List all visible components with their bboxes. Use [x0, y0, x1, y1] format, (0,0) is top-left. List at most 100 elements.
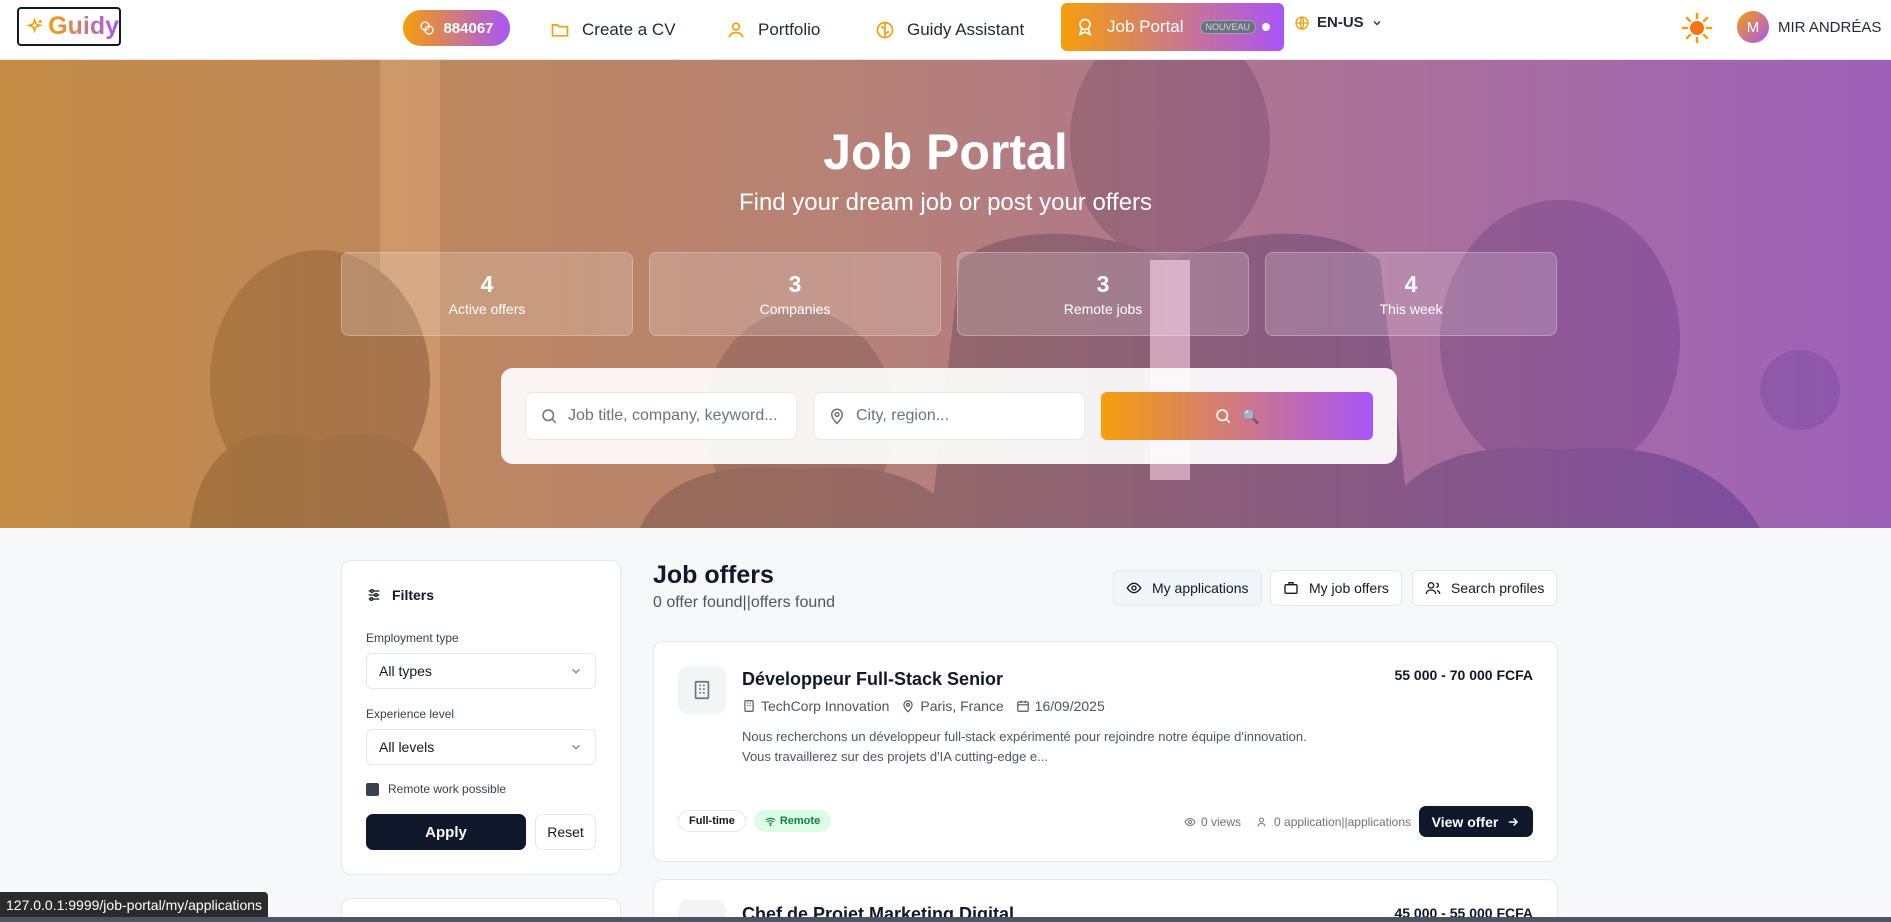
nav-create-cv-label: Create a CV: [582, 20, 676, 39]
map-pin-icon: [830, 408, 844, 425]
nav-job-portal-label: Job Portal: [1107, 17, 1184, 36]
bottom-divider: [0, 917, 1891, 922]
my-job-offers-label: My job offers: [1309, 580, 1389, 596]
company-logo: [678, 666, 726, 714]
experience-level-value: All levels: [379, 739, 435, 755]
job-offer-card[interactable]: Développeur Full-Stack Senior 55 000 - 7…: [653, 641, 1558, 862]
user-menu[interactable]: M MIR ANDRÉAS: [1737, 11, 1881, 43]
job-location: Paris, France: [901, 698, 1004, 714]
job-description-line-1: Nous recherchons un développeur full-sta…: [742, 729, 1307, 744]
search-button[interactable]: 🔍: [1101, 392, 1373, 440]
language-label: EN-US: [1317, 14, 1364, 31]
calendar-icon: [1016, 700, 1029, 712]
keyword-search-input[interactable]: Job title, company, keyword...: [525, 392, 797, 440]
view-offer-button[interactable]: View offer: [1419, 806, 1533, 837]
arrow-right-icon: [1509, 817, 1519, 826]
employment-type-select[interactable]: All types: [366, 653, 596, 689]
search-icon: [1216, 409, 1231, 424]
map-pin-icon: [903, 700, 914, 713]
user-icon: [728, 22, 744, 38]
stat-label: Companies: [759, 301, 831, 317]
language-selector[interactable]: EN-US: [1294, 14, 1383, 31]
location-search-input[interactable]: City, region...: [813, 392, 1085, 440]
job-tags: Full-time Remote: [678, 810, 832, 832]
search-profiles-label: Search profiles: [1451, 580, 1545, 596]
eye-icon: [1184, 817, 1196, 827]
award-icon: [1078, 18, 1092, 37]
nav-guidy-assistant-label: Guidy Assistant: [907, 20, 1025, 39]
nav-portfolio[interactable]: Portfolio: [726, 10, 820, 50]
view-offer-label: View offer: [1431, 813, 1499, 830]
stat-value: 3: [788, 271, 802, 297]
job-date: 16/09/2025: [1016, 698, 1105, 714]
stat-companies: 3 Companies: [649, 252, 941, 336]
users-icon: [1425, 582, 1441, 595]
job-meta: TechCorp Innovation Paris, France 16/09/…: [742, 698, 1105, 714]
hero-banner: Job Portal Find your dream job or post y…: [0, 60, 1891, 528]
search-profiles-button[interactable]: Search profiles: [1412, 570, 1558, 606]
notification-dot: [1262, 23, 1271, 31]
experience-level-select[interactable]: All levels: [366, 729, 596, 765]
coins-icon: [420, 21, 435, 35]
filters-title: Filters: [392, 587, 435, 603]
chevron-down-icon: [572, 744, 580, 750]
my-applications-button[interactable]: My applications: [1113, 570, 1262, 606]
job-offer-card[interactable]: Chef de Projet Marketing Digital 45 000 …: [653, 879, 1558, 922]
stat-active-offers: 4 Active offers: [341, 252, 633, 336]
filters-header: Filters: [366, 587, 434, 603]
avatar: M: [1737, 11, 1769, 43]
reset-button[interactable]: Reset: [535, 814, 596, 850]
my-job-offers-button[interactable]: My job offers: [1270, 570, 1402, 606]
filters-panel: Filters Employment type All types Experi…: [341, 560, 621, 875]
stat-remote-jobs: 3 Remote jobs: [957, 252, 1249, 336]
brain-icon: [876, 21, 894, 39]
remote-checkbox[interactable]: [366, 782, 379, 796]
nav-create-cv[interactable]: Create a CV: [550, 10, 676, 50]
building-icon: [744, 700, 754, 712]
sun-icon[interactable]: [1681, 12, 1713, 44]
nav-guidy-assistant[interactable]: Guidy Assistant: [875, 10, 1024, 50]
globe-icon: [1295, 15, 1309, 30]
tag-remote-label: Remote: [779, 815, 821, 827]
job-title[interactable]: Développeur Full-Stack Senior: [742, 669, 1003, 690]
building-icon: [694, 680, 710, 700]
new-badge: NOUVEAU: [1199, 20, 1257, 34]
nav-job-portal[interactable]: Job Portal NOUVEAU: [1061, 3, 1285, 51]
top-navbar: Guidy 884067 Create a CV Portfolio Guidy…: [0, 0, 1891, 60]
sliders-icon: [368, 589, 380, 601]
job-company-name: TechCorp Innovation: [761, 698, 890, 714]
employment-type-label: Employment type: [366, 631, 459, 645]
job-applications-text: 0 application||applications: [1274, 815, 1412, 829]
browser-status-url: 127.0.0.1:9999/job-portal/my/application…: [0, 892, 269, 917]
stat-label: Active offers: [448, 301, 526, 317]
offers-count: 0 offer found||offers found: [653, 594, 836, 611]
my-applications-label: My applications: [1152, 580, 1249, 596]
eye-icon: [1126, 582, 1142, 594]
credits-button[interactable]: 884067: [403, 10, 510, 46]
user-name: MIR ANDRÉAS: [1778, 18, 1882, 36]
job-company: TechCorp Innovation: [742, 698, 889, 714]
employment-type-value: All types: [379, 663, 432, 679]
job-stats: 0 views 0 application||applications: [1184, 815, 1411, 829]
stat-this-week: 4 This week: [1265, 252, 1557, 336]
stat-value: 4: [1404, 271, 1418, 297]
chevron-down-icon: [572, 668, 580, 674]
logo[interactable]: Guidy: [17, 7, 121, 46]
search-button-emoji: 🔍: [1242, 407, 1260, 424]
folder-icon: [551, 24, 569, 37]
job-applications: 0 application||applications: [1257, 815, 1411, 829]
offers-title: Job offers: [653, 561, 774, 589]
job-views-text: 0 views: [1201, 815, 1242, 829]
job-description-line-2: Vous travaillerez sur des projets d'IA c…: [742, 749, 1048, 764]
job-salary: 55 000 - 70 000 FCFA: [1394, 667, 1533, 683]
remote-checkbox-row[interactable]: Remote work possible: [366, 782, 506, 796]
search-icon: [542, 409, 557, 424]
experience-level-label: Experience level: [366, 707, 455, 721]
briefcase-icon: [1284, 582, 1298, 594]
location-placeholder: City, region...: [856, 407, 950, 424]
stat-label: This week: [1379, 301, 1443, 317]
stat-value: 3: [1096, 271, 1110, 297]
wifi-icon: [765, 817, 776, 826]
apply-button[interactable]: Apply: [366, 814, 526, 850]
stat-label: Remote jobs: [1063, 301, 1143, 317]
